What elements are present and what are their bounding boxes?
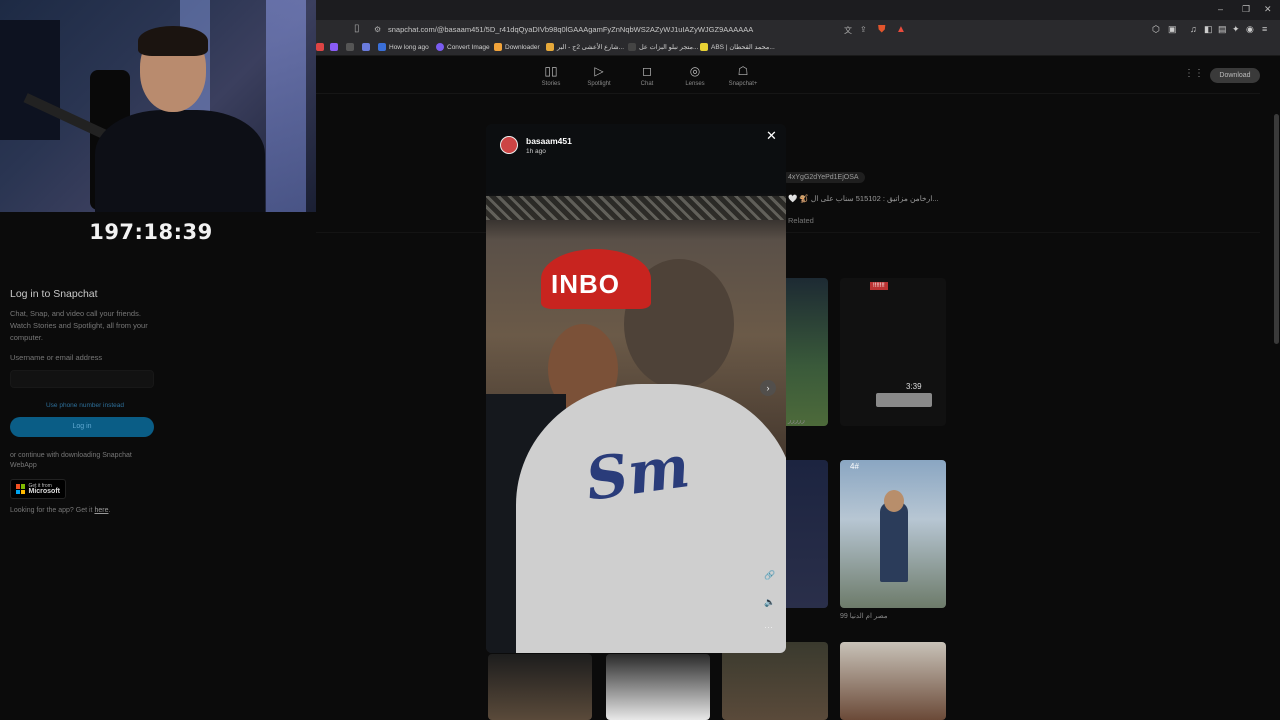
spotlight-thumb[interactable]: [606, 654, 710, 720]
brave-shield-icon[interactable]: ⛊: [878, 24, 886, 35]
use-phone-link[interactable]: Use phone number instead: [10, 402, 160, 409]
bookmark-how-long-ago[interactable]: How long ago: [378, 43, 429, 51]
link-icon[interactable]: 🔗: [764, 570, 775, 581]
app-here-link[interactable]: here: [94, 507, 108, 514]
restore-icon[interactable]: ❐: [1242, 4, 1250, 15]
story-username[interactable]: basaam451: [526, 136, 572, 146]
download-button[interactable]: Download: [1210, 68, 1260, 83]
login-button[interactable]: Log in: [10, 417, 154, 437]
ghost-icon: ☖: [737, 64, 749, 78]
profile-divider: [316, 232, 1260, 233]
scrollbar[interactable]: [1274, 114, 1279, 344]
spotlight-thumb[interactable]: [840, 642, 946, 720]
translate-icon[interactable]: 文: [844, 25, 852, 36]
close-icon[interactable]: ✕: [766, 128, 777, 144]
rewards-icon[interactable]: ▲: [896, 24, 906, 35]
login-title: Log in to Snapchat: [10, 288, 98, 300]
tab-related[interactable]: Related: [788, 216, 814, 225]
stream-timer: 197:18:39: [89, 220, 213, 244]
snapchat-page: ▯▯ Stories ▷ Spotlight ◻ Chat ◎ Lenses ☖ Snap…: [316, 56, 1280, 720]
login-panel: Log in to Snapchat Chat, Snap, and video…: [10, 288, 160, 514]
bookmark-convert-image[interactable]: Convert Image: [436, 43, 490, 51]
login-description: Chat, Snap, and video call your friends.…: [10, 309, 148, 342]
bookmark-icon[interactable]: ▯: [354, 23, 360, 34]
spotlight-thumb[interactable]: 4#: [840, 460, 946, 608]
bookmark-downloader[interactable]: Downloader: [494, 43, 540, 51]
title-bar: – ❐ ✕: [316, 0, 1280, 20]
thumb-time: 3:39: [906, 382, 922, 391]
thumb-tag: 4#: [850, 462, 859, 471]
spotlight-thumb[interactable]: !!!!!!! 3:39: [840, 278, 946, 426]
spotlight-thumb[interactable]: [722, 642, 828, 720]
spotlight-thumb[interactable]: [782, 460, 828, 608]
browser-window: – ❐ ✕ ▯ ⚙ snapchat.com/@basaam451/5D_r41…: [316, 0, 1280, 720]
bookmark-store[interactable]: متجر نبلو البزات عل...: [628, 43, 698, 51]
thumb-caption: مصر ام الدنيا 99: [840, 613, 888, 620]
nav-stories[interactable]: ▯▯ Stories: [536, 64, 566, 87]
story-time-ago: 1h ago: [526, 148, 546, 155]
apps-grid-icon[interactable]: ⋮⋮: [1184, 68, 1204, 82]
close-window-icon[interactable]: ✕: [1264, 4, 1272, 15]
app-text: Looking for the app? Get it here.: [10, 507, 111, 514]
bookmark-abs[interactable]: ABS | محمد القحطان...: [700, 43, 775, 51]
lenses-icon: ◎: [689, 64, 701, 78]
screenshot-icon[interactable]: ▣: [1168, 24, 1177, 35]
site-info-icon[interactable]: ⚙: [374, 25, 381, 34]
extension-icon[interactable]: ⬡: [1152, 24, 1160, 35]
thumb-label: !!!!!!!: [870, 282, 888, 290]
spotlight-thumb[interactable]: [782, 278, 828, 426]
nav-chat[interactable]: ◻ Chat: [632, 64, 662, 87]
username-label: Username or email address: [10, 353, 103, 362]
bookmark-sync[interactable]: [362, 43, 370, 51]
webcam-overlay: [0, 0, 316, 212]
snap-nav: ▯▯ Stories ▷ Spotlight ◻ Chat ◎ Lenses ☖ Snap…: [536, 64, 758, 87]
share-icon[interactable]: ⇪: [860, 25, 867, 34]
download-text: or continue with downloading Snapchat We…: [10, 452, 132, 469]
minimize-icon[interactable]: –: [1218, 4, 1223, 14]
story-video[interactable]: INBO Sm: [486, 124, 786, 653]
music-icon[interactable]: ♫: [1190, 24, 1197, 34]
spotlight-thumb[interactable]: [488, 654, 592, 720]
story-viewer-modal: INBO Sm basaam451 1h ago ✕ 🔗 🔈 ⋯: [486, 124, 786, 653]
bookmark-s[interactable]: [330, 43, 338, 51]
nav-divider: [316, 93, 1260, 94]
url-field[interactable]: snapchat.com/@basaam451/5D_r41dqQyaDIVb9…: [388, 25, 753, 34]
bookmark-tab[interactable]: [316, 43, 324, 51]
microsoft-logo-icon: [16, 484, 25, 494]
sidebar-icon[interactable]: ◧: [1204, 24, 1213, 35]
wallet-icon[interactable]: ▤: [1218, 24, 1227, 35]
profile-tag[interactable]: 4xYgG2dYePd1EjOSA: [782, 172, 865, 183]
username-input[interactable]: [10, 370, 154, 388]
bookmarks-bar: How long ago Convert Image Downloader شا…: [316, 40, 1280, 56]
user-avatar[interactable]: [500, 136, 518, 154]
thumb-caption: ررررر: [788, 417, 805, 424]
nav-spotlight[interactable]: ▷ Spotlight: [584, 64, 614, 87]
more-icon[interactable]: ⋯: [764, 622, 773, 633]
next-arrow-icon[interactable]: ›: [760, 380, 776, 396]
nav-lenses[interactable]: ◎ Lenses: [680, 64, 710, 87]
volume-icon[interactable]: 🔈: [764, 597, 775, 608]
stories-icon: ▯▯: [544, 64, 558, 78]
profile-bio: 🤍 🐒 ارخامن مزاتيق : 515102 سناب على ال..…: [788, 194, 939, 203]
menu-icon[interactable]: ≡: [1262, 24, 1267, 34]
microsoft-store-badge[interactable]: Get it from Microsoft: [10, 479, 66, 499]
bookmark-street[interactable]: شارع الأعشى 2ج - البر...: [546, 43, 624, 51]
nav-snapchat-plus[interactable]: ☖ Snapchat+: [728, 64, 758, 87]
ms-big-text: Microsoft: [28, 488, 61, 495]
address-bar: ▯ ⚙ snapchat.com/@basaam451/5D_r41dqQyaD…: [316, 20, 1280, 40]
spotlight-icon: ▷: [594, 64, 604, 78]
balloon-sign: INBO: [541, 249, 651, 309]
vpn-icon[interactable]: ◉: [1246, 24, 1254, 35]
bookmark-link[interactable]: [346, 43, 354, 51]
chat-icon: ◻: [642, 64, 652, 78]
leo-icon[interactable]: ✦: [1232, 24, 1240, 35]
